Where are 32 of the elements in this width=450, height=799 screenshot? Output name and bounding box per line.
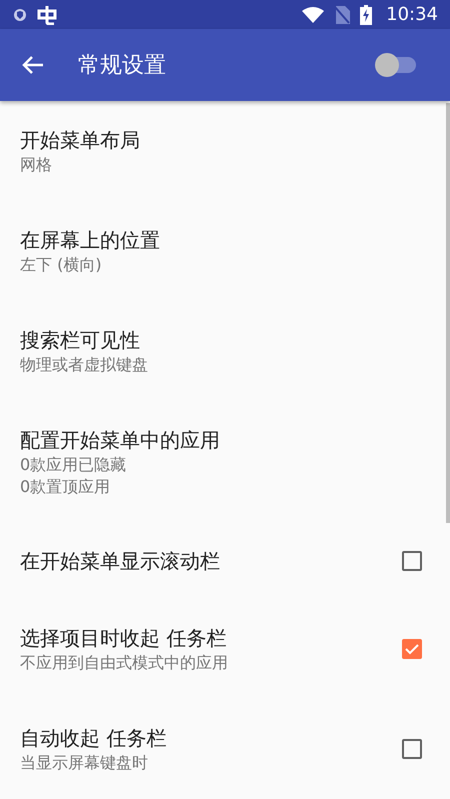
checkbox[interactable] <box>402 739 422 759</box>
setting-title: 搜索栏可见性 <box>20 327 141 354</box>
setting-title: 配置开始菜单中的应用 <box>20 427 221 454</box>
setting-title: 开始菜单布局 <box>20 127 141 154</box>
setting-row[interactable]: 搜索栏可见性 物理或者虚拟键盘 <box>0 301 450 401</box>
setting-row[interactable]: 自动收起 任务栏 当显示屏幕键盘时 <box>0 699 450 799</box>
battery-charging-icon <box>360 4 372 25</box>
wifi-icon <box>302 6 324 23</box>
no-sim-icon <box>334 6 350 24</box>
setting-row[interactable]: 配置开始菜单中的应用 0款应用已隐藏 0款置顶应用 <box>0 401 450 523</box>
setting-row[interactable]: 开始菜单布局 网格 <box>0 101 450 201</box>
back-arrow-icon[interactable] <box>22 55 44 76</box>
setting-summary: 网格 <box>20 154 53 176</box>
app-icon <box>36 4 58 25</box>
setting-summary: 0款置顶应用 <box>20 476 112 498</box>
shield-icon <box>14 8 26 22</box>
screen-title: 常规设置 <box>78 52 166 80</box>
checkbox[interactable] <box>402 551 422 571</box>
status-time: 10:34 <box>386 4 438 26</box>
setting-title: 自动收起 任务栏 <box>20 725 168 752</box>
setting-summary: 物理或者虚拟键盘 <box>20 354 149 376</box>
setting-title: 在开始菜单显示滚动栏 <box>20 548 221 575</box>
setting-summary: 左下 (横向) <box>20 254 103 276</box>
setting-summary: 不应用到自由式模式中的应用 <box>20 652 229 674</box>
setting-title: 选择项目时收起 任务栏 <box>20 625 228 652</box>
setting-summary: 0款应用已隐藏 <box>20 454 128 476</box>
checkbox[interactable] <box>402 639 422 659</box>
setting-summary: 当显示屏幕键盘时 <box>20 752 149 774</box>
setting-title: 在屏幕上的位置 <box>20 227 161 254</box>
setting-row[interactable]: 选择项目时收起 任务栏 不应用到自由式模式中的应用 <box>0 599 450 699</box>
setting-row[interactable]: 在屏幕上的位置 左下 (横向) <box>0 201 450 301</box>
setting-row[interactable]: 在开始菜单显示滚动栏 <box>0 523 450 599</box>
